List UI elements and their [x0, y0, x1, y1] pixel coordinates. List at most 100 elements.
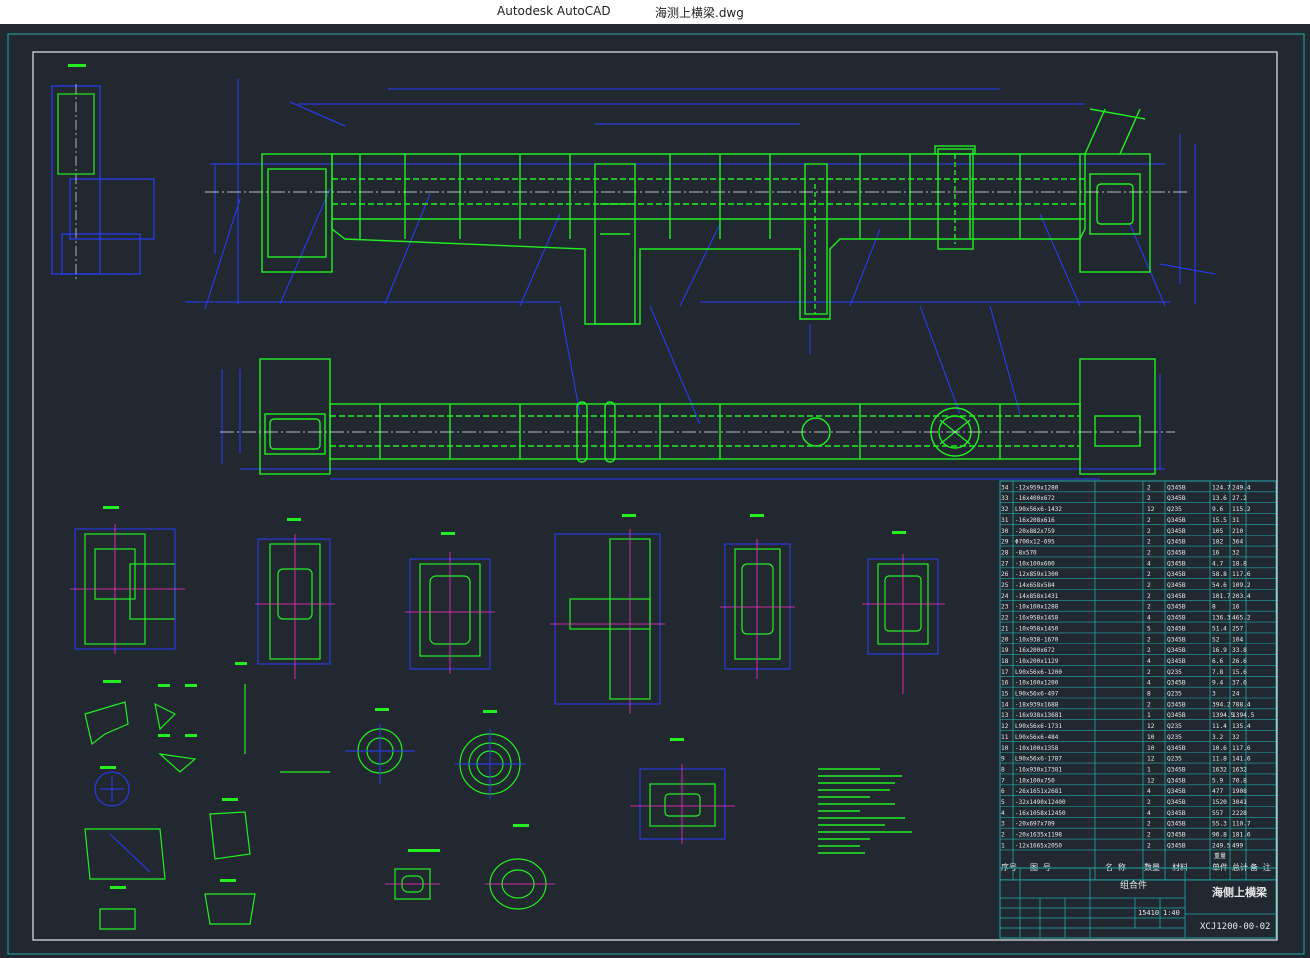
bom-cell-no: 1 [1001, 842, 1005, 849]
bom-cell-total: 115.2 [1232, 506, 1251, 513]
table-row: 26 -12x859x1300 2 Q345B 58.8 117.6 [1001, 571, 1251, 578]
bom-cell-no: 26 [1001, 571, 1009, 578]
bom-cell-spec: -16x958x1458 [1015, 615, 1059, 622]
bom-cell-mat: Q345B [1167, 712, 1186, 719]
bom-cell-mat: Q345B [1167, 539, 1186, 546]
bom-cell-spec: L90x56x6-1200 [1015, 669, 1062, 676]
bom-cell-spec: Φ700x12-695 [1015, 539, 1055, 546]
bom-cell-no: 20 [1001, 636, 1009, 643]
bom-cell-unit: 16.9 [1212, 647, 1227, 654]
cad-drawing[interactable]: 34 -12x959x1280 2 Q345B 124.7 249.433 -16x400x… [0, 24, 1310, 958]
bom-cell-qty: 2 [1147, 539, 1151, 546]
bom-cell-qty: 2 [1147, 842, 1151, 849]
bom-cell-total: 109.2 [1232, 582, 1251, 589]
window-title-bar: Autodesk AutoCAD 海测上横梁.dwg [0, 0, 1310, 24]
bom-cell-mat: Q345B [1167, 604, 1186, 611]
bom-cell-unit: 11.8 [1212, 756, 1227, 763]
bom-cell-unit: 249.5 [1212, 842, 1231, 849]
bom-cell-unit: 182 [1212, 539, 1223, 546]
bom-cell-mat: Q345B [1167, 593, 1186, 600]
bom-cell-spec: -16x930x17381 [1015, 766, 1062, 773]
bom-cell-mat: Q345B [1167, 495, 1186, 502]
table-row: 31 -16x208x616 2 Q345B 15.5 31 [1001, 517, 1240, 524]
bom-cell-no: 16 [1001, 680, 1009, 687]
bom-cell-spec: L90x56x6-1731 [1015, 723, 1062, 730]
bom-cell-unit: 10.6 [1212, 745, 1227, 752]
file-name: 海测上横梁.dwg [655, 6, 744, 20]
bom-cell-total: 117.6 [1232, 571, 1251, 578]
bom-cell-total: 203.4 [1232, 593, 1251, 600]
drawing-canvas[interactable]: 34 -12x959x1280 2 Q345B 124.7 249.4 33 -16x400x… [0, 24, 1310, 958]
technical-notes [818, 768, 912, 854]
bom-cell-mat: Q345B [1167, 680, 1186, 687]
bom-cell-mat: Q345B [1167, 766, 1186, 773]
table-row: 12 L90x56x6-1731 12 Q235 11.4 135.4 [1001, 723, 1251, 730]
table-row: 9 L90x56x6-1787 12 Q235 11.8 141.6 [1001, 756, 1251, 763]
bom-cell-total: 210 [1232, 528, 1243, 535]
bom-cell-total: 18.8 [1232, 560, 1247, 567]
bom-cell-total: 249.4 [1232, 484, 1251, 491]
bom-cell-qty: 12 [1147, 723, 1155, 730]
bom-cell-no: 34 [1001, 484, 1009, 491]
bom-cell-qty: 12 [1147, 506, 1155, 513]
bom-cell-qty: 2 [1147, 604, 1151, 611]
bom-cell-unit: 105 [1212, 528, 1223, 535]
bom-cell-spec: -16x200x672 [1015, 647, 1055, 654]
bom-cell-qty: 2 [1147, 701, 1151, 708]
bom-cell-qty: 2 [1147, 517, 1151, 524]
bom-cell-no: 11 [1001, 734, 1009, 741]
bom-cell-spec: L90x56x6-497 [1015, 691, 1059, 698]
bom-cell-spec: -26x1651x2681 [1015, 788, 1062, 795]
total-weight: 15410 [1138, 909, 1159, 917]
bom-cell-spec: L90x56x6-484 [1015, 734, 1059, 741]
bom-cell-spec: -12x859x1300 [1015, 571, 1059, 578]
bom-cell-no: 8 [1001, 766, 1005, 773]
bom-header-qty: 数量 [1144, 862, 1160, 872]
bom-cell-qty: 2 [1147, 582, 1151, 589]
bom-cell-total: 31 [1232, 517, 1240, 524]
bom-cell-total: 364 [1232, 539, 1243, 546]
bom-cell-mat: Q235 [1167, 691, 1182, 698]
bom-cell-mat: Q345B [1167, 821, 1186, 828]
bom-cell-qty: 2 [1147, 636, 1151, 643]
bom-cell-mat: Q345B [1167, 636, 1186, 643]
bom-cell-total: 32 [1232, 734, 1240, 741]
drawing-number: XCJ1200-00-02 [1200, 922, 1270, 932]
bom-cell-unit: 477 [1212, 788, 1223, 795]
bom-header-remark: 备 注 [1250, 862, 1271, 872]
bom-cell-mat: Q345B [1167, 571, 1186, 578]
bom-header-mat: 材料 [1172, 862, 1188, 872]
bom-cell-spec: -10x958x1450 [1015, 625, 1059, 632]
bom-cell-unit: 5.9 [1212, 777, 1223, 784]
table-row: 1 -12x1665x2050 2 Q345B 249.5 499 [1001, 842, 1243, 849]
bom-cell-unit: 16 [1212, 549, 1220, 556]
bom-cell-mat: Q235 [1167, 734, 1182, 741]
bom-cell-unit: 6.6 [1212, 658, 1223, 665]
bom-cell-spec: -10x100x1200 [1015, 680, 1059, 687]
bom-cell-spec: -16x1058x12450 [1015, 810, 1066, 817]
table-row: 28 -8x570 2 Q345B 16 32 [1001, 549, 1240, 556]
bom-cell-no: 6 [1001, 788, 1005, 795]
bom-header-weight: 重量 [1214, 852, 1226, 860]
table-row: 30 -20x882x759 2 Q345B 105 210 [1001, 528, 1243, 535]
bom-cell-total: 104 [1232, 636, 1243, 643]
bom-cell-spec: -10x100x1358 [1015, 745, 1059, 752]
bom-cell-no: 29 [1001, 539, 1009, 546]
bom-cell-no: 7 [1001, 777, 1005, 784]
bom-cell-unit: 9.6 [1212, 506, 1223, 513]
bom-header-total: 总计 [1232, 862, 1248, 872]
bom-cell-total: 788.4 [1232, 701, 1251, 708]
bom-cell-mat: Q345B [1167, 810, 1186, 817]
bom-cell-unit: 1632 [1212, 766, 1227, 773]
drawing-title: 海侧上横梁 [1212, 885, 1268, 899]
bom-cell-qty: 4 [1147, 615, 1151, 622]
bom-cell-no: 25 [1001, 582, 1009, 589]
bom-cell-unit: 7.8 [1212, 669, 1223, 676]
bom-cell-unit: 51.4 [1212, 625, 1227, 632]
bom-cell-qty: 12 [1147, 756, 1155, 763]
bom-cell-no: 23 [1001, 604, 1009, 611]
bom-cell-qty: 4 [1147, 788, 1151, 795]
bom-cell-qty: 2 [1147, 799, 1151, 806]
bom-cell-mat: Q345B [1167, 799, 1186, 806]
bom-cell-no: 5 [1001, 799, 1005, 806]
